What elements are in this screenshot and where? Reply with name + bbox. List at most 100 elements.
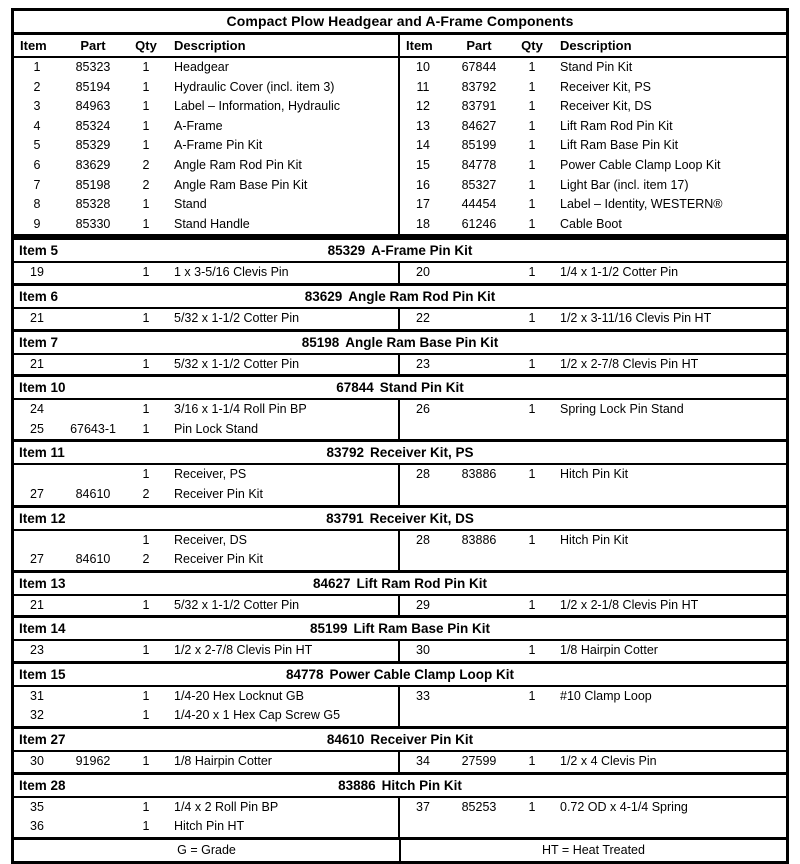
table-row: 26 1 Spring Lock Pin Stand [400, 400, 786, 420]
kit-section-header: Item 12 83791 Receiver Kit, DS [14, 504, 786, 531]
cell-part: 85253 [461, 799, 497, 814]
cell-description [552, 706, 786, 726]
kit-name: Power Cable Clamp Loop Kit [329, 666, 515, 682]
cell-item: 18 [416, 216, 430, 231]
kit-title: 84610 Receiver Pin Kit [14, 729, 786, 750]
kit-name: Lift Ram Rod Pin Kit [356, 575, 488, 591]
table-row: 1 Receiver, DS [14, 531, 398, 551]
cell-item [400, 817, 446, 837]
cell-qty: 1 [528, 799, 536, 814]
kit-title: 83886 Hitch Pin Kit [14, 775, 786, 796]
cell-description: 5/32 x 1-1/2 Cotter Pin [174, 310, 300, 325]
cell-item: 25 [30, 421, 44, 436]
kit-name: Stand Pin Kit [379, 380, 464, 396]
cell-description: Label – Information, Hydraulic [174, 99, 341, 114]
cell-part: 83886 [461, 532, 497, 547]
kit-name: Receiver Pin Kit [370, 732, 474, 748]
cell-part: 84778 [461, 157, 497, 172]
kit-left-half: 35 1 1/4 x 2 Roll Pin BP 36 1 Hitch Pin HT [14, 797, 400, 837]
kit-title: 83792 Receiver Kit, PS [14, 442, 786, 463]
kit-section-body: 23 1 1/2 x 2-7/8 Clevis Pin HT 30 1 1/8 Hairp… [14, 641, 786, 661]
cell-part: 61246 [461, 216, 497, 231]
cell-qty: 1 [142, 402, 150, 417]
table-row: 19 1 1 x 3-5/16 Clevis Pin [14, 263, 398, 283]
cell-qty: 1 [142, 265, 150, 280]
cell-part: 85324 [75, 118, 111, 133]
column-header-description: Description [166, 35, 398, 58]
cell-qty: 1 [142, 754, 150, 769]
cell-item: 21 [30, 597, 44, 612]
table-row [400, 817, 786, 837]
kit-right-half: 28 83886 1 Hitch Pin Kit [400, 531, 786, 570]
cell-description: 1/2 x 2-1/8 Clevis Pin HT [560, 597, 699, 612]
cell-description: Receiver Kit, DS [560, 99, 652, 114]
kit-name: Lift Ram Base Pin Kit [353, 621, 491, 637]
cell-part [60, 400, 126, 420]
cell-item: 34 [416, 754, 430, 769]
cell-part: 84963 [75, 99, 111, 114]
cell-part [60, 309, 126, 329]
table-row: 23 1 1/2 x 2-7/8 Clevis Pin HT [400, 355, 786, 375]
cell-qty: 1 [528, 60, 536, 74]
cell-description [552, 420, 786, 440]
cell-qty: 1 [528, 99, 536, 114]
cell-item [400, 420, 446, 440]
cell-part: 44454 [461, 197, 497, 212]
cell-part [60, 596, 126, 616]
cell-item: 23 [30, 643, 44, 658]
cell-item: 24 [30, 402, 44, 417]
cell-part [446, 263, 512, 283]
cell-part: 85329 [75, 138, 111, 153]
cell-description: A-Frame Pin Kit [174, 138, 263, 153]
table-row [400, 550, 786, 570]
cell-part [446, 485, 512, 505]
parts-table: Compact Plow Headgear and A-Frame Compon… [11, 8, 789, 864]
cell-part [446, 400, 512, 420]
table-row: 1 Receiver, PS [14, 465, 398, 485]
table-row: 7 85198 2 Angle Ram Base Pin Kit [14, 176, 398, 196]
cell-part [446, 817, 512, 837]
kit-section-body: 24 1 3/16 x 1-1/4 Roll Pin BP 25 67643-1 1 Pin… [14, 400, 786, 440]
kit-left-half: 21 1 5/32 x 1-1/2 Cotter Pin [14, 308, 400, 329]
cell-part: 67643-1 [70, 421, 116, 436]
column-header-qty: Qty [512, 35, 552, 58]
table-row: 27 84610 2 Receiver Pin Kit [14, 485, 398, 505]
kit-left-half: 21 1 5/32 x 1-1/2 Cotter Pin [14, 354, 400, 375]
cell-description: Angle Ram Base Pin Kit [174, 177, 308, 192]
cell-description: Label – Identity, WESTERN® [560, 197, 723, 212]
cell-part [446, 550, 512, 570]
cell-item [400, 485, 446, 505]
cell-item [14, 465, 60, 485]
kit-section-header: Item 7 85198 Angle Ram Base Pin Kit [14, 328, 786, 355]
table-row: 8 85328 1 Stand [14, 195, 398, 215]
cell-qty: 1 [528, 157, 536, 172]
kit-part-number: 84610 [326, 732, 365, 748]
cell-qty: 1 [142, 197, 150, 212]
kit-part-number: 67844 [336, 380, 374, 396]
cell-qty: 1 [528, 138, 536, 153]
kit-item-label: Item 7 [19, 334, 59, 350]
cell-item: 19 [30, 265, 44, 280]
legend-heat-treated: HT = Heat Treated [542, 842, 645, 857]
table-row: 2 85194 1 Hydraulic Cover (incl. item 3) [14, 78, 398, 98]
cell-item: 21 [30, 356, 44, 371]
table-row: 3 84963 1 Label – Information, Hydraulic [14, 97, 398, 117]
cell-qty: 1 [142, 79, 150, 94]
cell-description: Angle Ram Rod Pin Kit [174, 157, 302, 172]
table-row: 29 1 1/2 x 2-1/8 Clevis Pin HT [400, 596, 786, 616]
kit-section-body: 1 Receiver, PS 27 84610 2 Receiver Pin Kit 28 8… [14, 465, 786, 505]
cell-description: Stand Pin Kit [560, 60, 633, 74]
cell-description: 3/16 x 1-1/4 Roll Pin BP [174, 402, 307, 417]
cell-description: Hitch Pin Kit [560, 532, 629, 547]
cell-item: 9 [33, 216, 41, 231]
main-right-rows: 10 67844 1 Stand Pin Kit 11 83792 1 Receiver Ki… [400, 57, 786, 234]
cell-description: Power Cable Clamp Loop Kit [560, 157, 721, 172]
table-row: 32 1 1/4-20 x 1 Hex Cap Screw G5 [14, 706, 398, 726]
column-header-row: Item Part Qty Description [14, 35, 398, 58]
kit-item-label: Item 11 [19, 445, 65, 461]
cell-qty: 1 [528, 532, 536, 547]
kit-right-half: 33 1 #10 Clamp Loop [400, 687, 786, 726]
cell-item: 32 [30, 708, 44, 723]
cell-item: 30 [416, 643, 430, 658]
table-row: 33 1 #10 Clamp Loop [400, 687, 786, 707]
